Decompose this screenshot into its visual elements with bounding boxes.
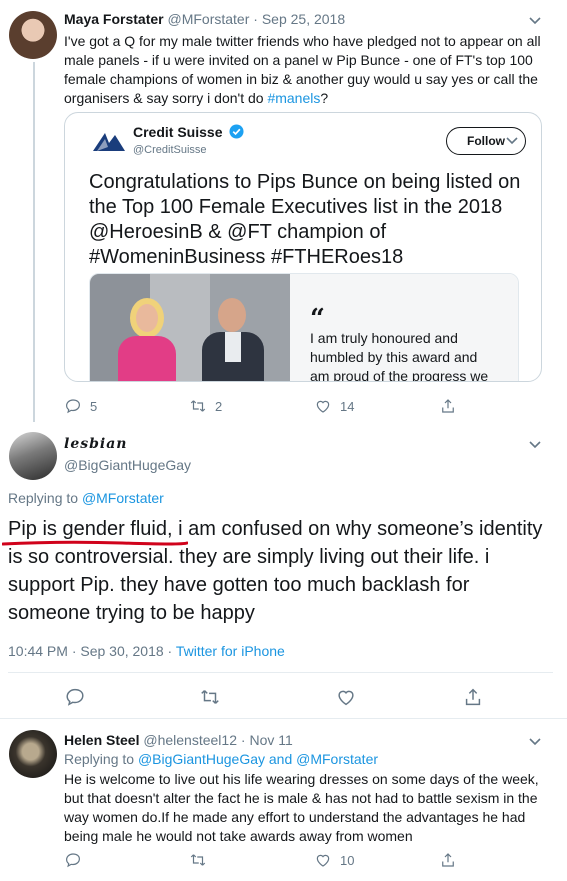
tweet-text: Pip is gender fluid, i am confused on wh…	[8, 518, 543, 624]
like-button[interactable]: 14	[314, 397, 439, 415]
tweet-text-end: ?	[320, 90, 329, 106]
heart-icon	[316, 400, 330, 413]
quoted-media[interactable]: “ I am truly honoured and humbled by thi…	[89, 273, 519, 382]
share-icon	[465, 688, 481, 706]
replying-label: Replying to	[8, 490, 79, 506]
divider	[0, 718, 567, 719]
like-button[interactable]: 10	[314, 851, 439, 869]
heart-icon	[337, 690, 354, 706]
chevron-down-icon[interactable]	[505, 136, 519, 146]
credit-suisse-logo	[93, 133, 125, 151]
quoted-author-name[interactable]: Credit Suisse	[133, 124, 222, 140]
quote-body: I am truly honoured and humbled by this …	[310, 330, 489, 382]
retweet-icon	[201, 690, 220, 704]
retweet-button[interactable]: 2	[189, 397, 314, 415]
chevron-down-icon[interactable]	[528, 737, 542, 747]
separator-dot: ·	[240, 732, 246, 748]
tweet-date[interactable]: Nov 11	[249, 732, 292, 748]
tweet-date[interactable]: Sep 25, 2018	[262, 11, 345, 27]
author-handle[interactable]: @MForstater	[167, 11, 249, 27]
divider	[8, 672, 553, 673]
like-count: 14	[340, 398, 355, 414]
author-handle[interactable]: @helensteel12	[143, 732, 237, 748]
quote-panel: “ I am truly honoured and humbled by thi…	[290, 274, 518, 382]
quoted-author-handle[interactable]: @CreditSuisse	[133, 144, 207, 156]
retweet-button[interactable]	[189, 851, 314, 869]
tweet-text: He is welcome to live out his life weari…	[64, 771, 539, 844]
separator-dot: ·	[253, 11, 258, 27]
reply-button[interactable]	[64, 686, 199, 708]
replying-to-link[interactable]: @BigGiantHugeGay and @MForstater	[138, 751, 378, 767]
avatar[interactable]	[9, 11, 57, 59]
author-name[interactable]: Helen Steel	[64, 732, 139, 748]
quoted-tweet-text: Congratulations to Pips Bunce on being l…	[89, 171, 521, 268]
chevron-down-icon[interactable]	[528, 16, 542, 26]
author-name[interactable]: lesbian	[64, 436, 127, 452]
verified-badge-icon	[229, 124, 244, 139]
like-button[interactable]	[335, 686, 462, 708]
tweet-text: I've got a Q for my male twitter friends…	[64, 32, 542, 108]
replying-label: Replying to	[64, 751, 135, 767]
author-handle[interactable]: @BigGiantHugeGay	[64, 457, 191, 473]
tweet-actions: 5 2 14	[64, 397, 484, 415]
reply-icon	[66, 688, 84, 706]
quoted-tweet-card[interactable]: Credit Suisse @CreditSuisse Follow Congr…	[64, 112, 542, 382]
share-button[interactable]	[439, 397, 457, 415]
tweet-actions	[64, 686, 484, 708]
tweet-source-link[interactable]: Twitter for iPhone	[176, 643, 285, 659]
reply-icon	[66, 399, 80, 414]
reply-icon	[66, 853, 80, 868]
share-button[interactable]	[439, 851, 457, 869]
like-count: 10	[340, 852, 355, 868]
retweet-button[interactable]	[199, 686, 334, 708]
share-icon	[442, 399, 454, 413]
reply-button[interactable]	[64, 851, 189, 869]
retweet-icon	[190, 854, 206, 866]
avatar[interactable]	[9, 730, 57, 778]
reply-button[interactable]: 5	[64, 397, 189, 415]
replying-to-link[interactable]: @MForstater	[82, 490, 164, 506]
tweet-actions: 10	[64, 851, 484, 869]
red-underline-annotation	[2, 540, 188, 546]
share-button[interactable]	[462, 686, 484, 708]
chevron-down-icon[interactable]	[528, 440, 542, 450]
award-photo	[90, 274, 290, 381]
avatar[interactable]	[9, 432, 57, 480]
tweet-timestamp[interactable]: 10:44 PM · Sep 30, 2018 ·	[8, 643, 172, 659]
reply-count: 5	[90, 398, 98, 414]
retweet-icon	[190, 400, 206, 412]
author-name[interactable]: Maya Forstater	[64, 11, 164, 27]
heart-icon	[316, 854, 330, 867]
hashtag-link[interactable]: #manels	[267, 90, 320, 106]
share-icon	[442, 853, 454, 867]
thread-line	[33, 62, 35, 422]
retweet-count: 2	[215, 398, 223, 414]
